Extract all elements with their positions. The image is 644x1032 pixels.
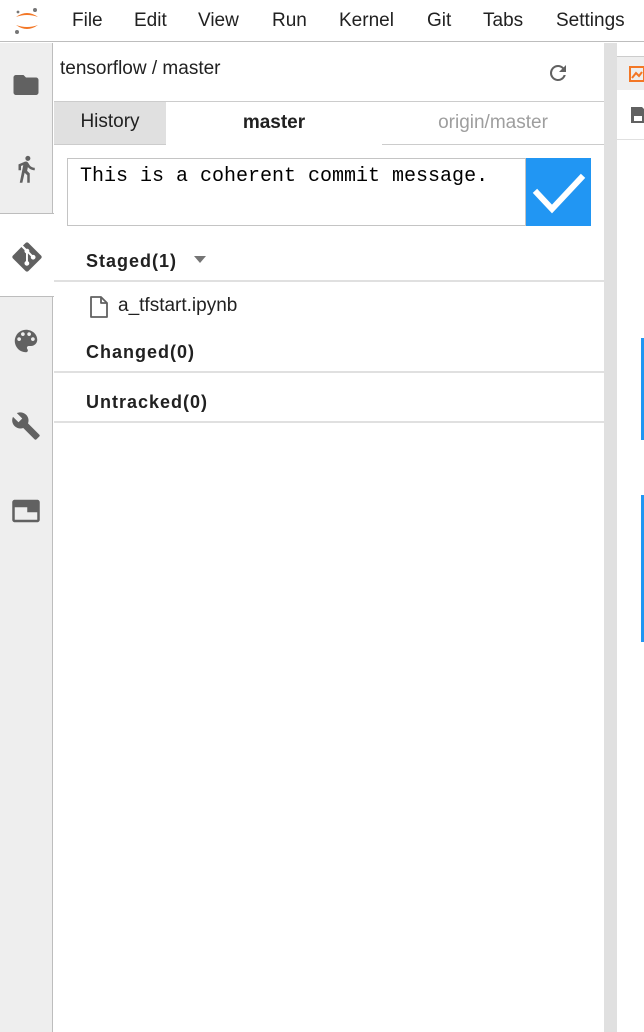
sidebar-tab-git[interactable] — [0, 213, 54, 297]
untracked-label: Untracked(0) — [86, 392, 209, 412]
notebook-content — [617, 140, 644, 1032]
commit-box: This is a coherent commit message. — [67, 158, 591, 226]
notebook-toolbar — [617, 90, 644, 140]
git-panel: tensorflow / master History master origi… — [54, 43, 604, 1032]
menu-bar: File Edit View Run Kernel Git Tabs Setti… — [0, 0, 644, 42]
sidebar-tab-running[interactable] — [0, 127, 53, 211]
repo-header: tensorflow / master — [54, 43, 604, 101]
notebook-icon — [629, 66, 644, 82]
file-name: a_tfstart.ipynb — [118, 295, 238, 316]
sidebar-tab-commands[interactable] — [0, 299, 53, 383]
left-sidebar — [0, 43, 54, 1032]
changed-section-header[interactable]: Changed(0) — [54, 333, 604, 373]
tab-current-branch[interactable]: master — [166, 101, 382, 145]
running-icon — [18, 155, 35, 183]
refresh-button[interactable] — [546, 61, 570, 85]
sidebar-tab-property-inspector[interactable] — [0, 384, 53, 468]
git-icon — [12, 242, 42, 272]
staged-section-header[interactable]: Staged(1) — [54, 242, 604, 282]
tab-remote-branch[interactable]: origin/master — [382, 101, 604, 145]
checkmark-icon — [532, 173, 586, 214]
commit-button[interactable] — [526, 158, 591, 226]
branch-tab-bar: History master origin/master — [54, 101, 604, 145]
menu-kernel[interactable]: Kernel — [339, 8, 394, 34]
untracked-section-header[interactable]: Untracked(0) — [54, 383, 604, 423]
menu-run[interactable]: Run — [272, 8, 307, 34]
sidebar-tab-file-browser[interactable] — [0, 43, 53, 127]
commit-message-input[interactable]: This is a coherent commit message. — [67, 158, 526, 226]
refresh-icon — [550, 65, 566, 81]
menu-settings[interactable]: Settings — [556, 8, 625, 34]
menu-git[interactable]: Git — [427, 8, 451, 34]
menu-tabs[interactable]: Tabs — [483, 8, 523, 34]
file-item[interactable]: a_tfstart.ipynb — [54, 285, 604, 329]
sidebar-tab-open-tabs[interactable] — [0, 469, 53, 553]
palette-icon — [14, 329, 38, 353]
jupyter-logo-icon[interactable] — [12, 6, 42, 36]
menu-file[interactable]: File — [72, 8, 103, 34]
tab-window-icon — [12, 499, 40, 523]
folder-icon — [13, 75, 39, 95]
caret-down-icon[interactable] — [194, 256, 206, 264]
panel-splitter[interactable] — [604, 43, 617, 1032]
repo-path[interactable]: tensorflow / master — [60, 58, 221, 80]
tab-history[interactable]: History — [54, 101, 166, 145]
jupyterlab-window: File Edit View Run Kernel Git Tabs Setti… — [0, 0, 644, 1032]
changed-label: Changed(0) — [86, 342, 195, 362]
main-dock-area — [604, 43, 644, 1032]
main-document-tab[interactable] — [617, 56, 644, 90]
menu-edit[interactable]: Edit — [134, 8, 167, 34]
wrench-icon — [12, 412, 40, 440]
file-icon — [90, 296, 108, 318]
menu-view[interactable]: View — [198, 8, 239, 34]
staged-label: Staged(1) — [86, 251, 178, 271]
save-icon[interactable] — [630, 106, 644, 124]
